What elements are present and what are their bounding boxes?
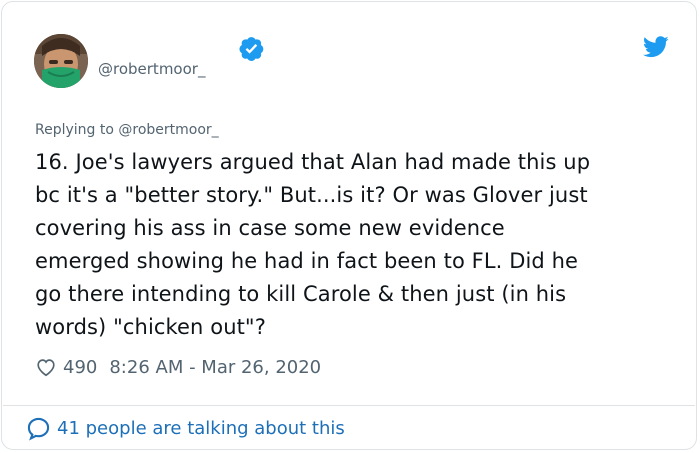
avatar-photo — [34, 34, 88, 88]
tweet-line: 16. Joe's lawyers argued that Alan had m… — [35, 150, 591, 174]
replying-prefix: Replying to — [35, 122, 114, 138]
conversation-link[interactable]: 41 people are talking about this — [26, 416, 345, 441]
user-handle[interactable]: @robertmoor_ — [98, 60, 205, 78]
like-count[interactable]: 490 — [63, 357, 97, 378]
tweet-line: bc it's a "better story." But...is it? O… — [35, 183, 588, 207]
avatar[interactable] — [34, 34, 88, 88]
speech-bubble-icon — [27, 417, 50, 441]
heart-icon[interactable] — [35, 356, 57, 378]
conversation-label[interactable]: 41 people are talking about this — [57, 418, 345, 439]
tweet-timestamp[interactable]: 8:26 AM - Mar 26, 2020 — [109, 357, 321, 378]
tweet-body: 16. Joe's lawyers argued that Alan had m… — [35, 146, 675, 344]
twitter-bird-icon[interactable] — [643, 36, 669, 58]
replying-to-mention[interactable]: @robertmoor_ — [118, 122, 218, 138]
tweet-meta: 490 8:26 AM - Mar 26, 2020 — [35, 354, 321, 380]
tweet-line: go there intending to kill Carole & then… — [35, 282, 567, 306]
verified-badge-icon — [239, 37, 264, 61]
replying-to-line: Replying to @robertmoor_ — [35, 122, 219, 138]
tweet-card: @robertmoor_ Replying to @robertmoor_ 16… — [1, 1, 697, 450]
tweet-line: covering his ass in case some new eviden… — [35, 216, 505, 240]
tweet-line: emerged showing he had in fact been to F… — [35, 249, 579, 273]
tweet-line: words) "chicken out"? — [35, 315, 266, 339]
divider — [3, 405, 695, 406]
